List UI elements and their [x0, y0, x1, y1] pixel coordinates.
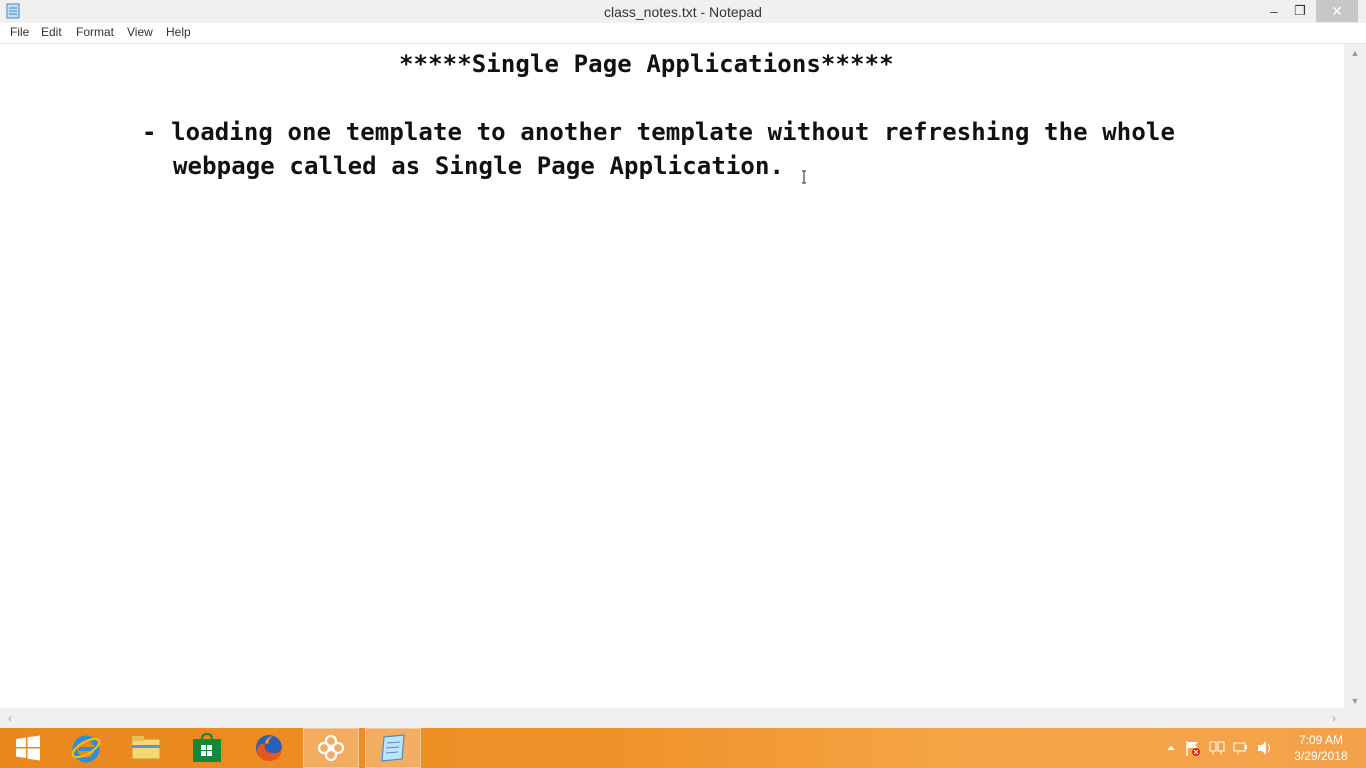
- show-hidden-icons-arrow[interactable]: [1164, 741, 1178, 755]
- volume-icon[interactable]: [1256, 739, 1274, 757]
- taskbar-file-explorer[interactable]: [118, 728, 174, 768]
- document-line: webpage called as Single Page Applicatio…: [173, 152, 785, 180]
- menu-format[interactable]: Format: [76, 25, 114, 39]
- text-cursor-icon: [802, 170, 806, 184]
- text-editor[interactable]: *****Single Page Applications***** - loa…: [3, 44, 1344, 708]
- menu-file[interactable]: File: [10, 25, 29, 39]
- flower-app-icon: [317, 734, 345, 762]
- restore-button[interactable]: ❐: [1288, 0, 1312, 22]
- network-icon[interactable]: [1208, 739, 1226, 757]
- taskbar-clock[interactable]: 7:09 AM 3/29/2018: [1286, 732, 1356, 764]
- menu-edit[interactable]: Edit: [41, 25, 62, 39]
- menu-bar: File Edit Format View Help: [0, 23, 1366, 44]
- scroll-left-arrow-icon[interactable]: ‹: [8, 711, 12, 725]
- taskbar-flower-app[interactable]: [303, 728, 359, 768]
- title-bar: class_notes.txt - Notepad – ❐ ✕: [0, 0, 1366, 23]
- document-line: - loading one template to another templa…: [142, 118, 1175, 146]
- taskbar-store[interactable]: [179, 728, 235, 768]
- clock-date: 3/29/2018: [1294, 749, 1348, 763]
- minimize-button[interactable]: –: [1262, 0, 1286, 22]
- system-tray: [1164, 728, 1274, 768]
- taskbar-firefox[interactable]: [241, 728, 297, 768]
- close-button[interactable]: ✕: [1316, 0, 1358, 22]
- scroll-down-arrow-icon[interactable]: ▼: [1344, 696, 1366, 706]
- scroll-up-arrow-icon[interactable]: ▲: [1344, 48, 1366, 58]
- taskbar-internet-explorer[interactable]: [58, 728, 114, 768]
- action-center-flag-icon[interactable]: [1184, 739, 1202, 757]
- taskbar: 7:09 AM 3/29/2018: [0, 728, 1366, 768]
- store-icon: [193, 733, 221, 762]
- internet-explorer-icon: [71, 735, 101, 763]
- start-button[interactable]: [0, 728, 56, 768]
- scroll-right-arrow-icon[interactable]: ›: [1332, 711, 1336, 725]
- start-icon: [16, 735, 40, 761]
- window-title: class_notes.txt - Notepad: [604, 4, 762, 20]
- document-heading: *****Single Page Applications*****: [399, 50, 894, 78]
- horizontal-scrollbar[interactable]: ‹ ›: [0, 708, 1344, 728]
- file-explorer-icon: [131, 736, 161, 760]
- scrollbar-corner: [1344, 710, 1366, 728]
- menu-help[interactable]: Help: [166, 25, 191, 39]
- notepad-icon: [381, 734, 405, 762]
- firefox-icon: [256, 735, 282, 762]
- clock-time: 7:09 AM: [1298, 733, 1344, 747]
- taskbar-notepad[interactable]: [365, 728, 421, 768]
- vertical-scrollbar[interactable]: ▲ ▼: [1344, 44, 1366, 710]
- menu-view[interactable]: View: [127, 25, 153, 39]
- power-icon[interactable]: [1232, 739, 1250, 757]
